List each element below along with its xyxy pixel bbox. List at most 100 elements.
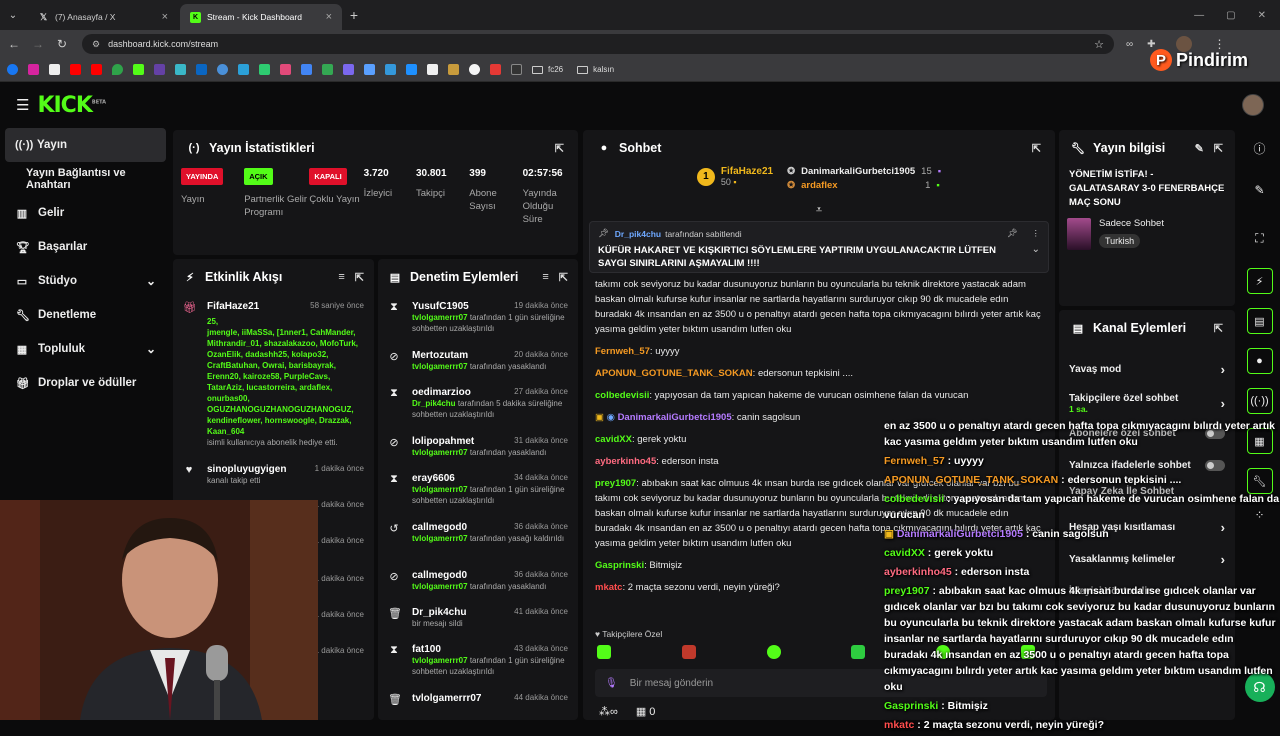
back-arrow-icon[interactable]: ← (2, 37, 26, 51)
app-bookmark-icon[interactable] (511, 64, 522, 75)
mod-target-user[interactable]: callmegod0 (412, 570, 467, 581)
new-tab-plus-icon[interactable]: + (342, 7, 366, 23)
message-user[interactable]: ayberkinho45 (595, 456, 656, 467)
popout-icon[interactable]: ⇱ (1214, 142, 1223, 155)
user-avatar[interactable] (1242, 94, 1264, 116)
url-field[interactable]: ⚙ dashboard.kick.com/stream ☆ (82, 34, 1114, 54)
twitch-bookmark-icon[interactable] (154, 64, 165, 75)
popout-icon[interactable]: ⇱ (1032, 142, 1041, 155)
message-user[interactable]: cavidXX (595, 434, 632, 445)
sidebar-item-droplar[interactable]: 🎁︎ Droplar ve ödüller (0, 366, 172, 400)
linkedin-bookmark-icon[interactable] (196, 64, 207, 75)
mod-by[interactable]: tvlolgamerrr07 (412, 534, 468, 543)
mod-by[interactable]: tvlolgamerrr07 (412, 362, 468, 371)
app-bookmark-icon[interactable] (469, 64, 480, 75)
mod-target-user[interactable]: oedimarzioo (412, 387, 471, 398)
gifter-3[interactable]: ✪ ardaflex 1 ▪ (787, 180, 941, 191)
more-options-icon[interactable]: ⋮ (1032, 228, 1041, 239)
kick-logo[interactable]: KICKBETA (37, 93, 106, 118)
info-icon[interactable]: ⓘ (1253, 140, 1265, 157)
app-bookmark-icon[interactable] (343, 64, 354, 75)
mod-target-user[interactable]: tvlolgamerrr07 (412, 693, 481, 704)
app-bookmark-icon[interactable] (364, 64, 375, 75)
drive-bookmark-icon[interactable] (322, 64, 333, 75)
mod-target-user[interactable]: lolipopahmet (412, 436, 474, 447)
mic-icon[interactable]: 🎙︎ (605, 678, 618, 689)
mod-by[interactable]: tvlolgamerrr07 (412, 582, 468, 591)
mod-target-user[interactable]: eray6606 (412, 473, 455, 484)
bookmark-star-icon[interactable]: ☆ (1094, 38, 1104, 51)
category-thumbnail[interactable] (1067, 218, 1091, 250)
activity-user[interactable]: sinopluyugyigen (207, 464, 286, 475)
chevron-down-icon[interactable]: ⌄ (1032, 244, 1040, 270)
sidebar-item-yayin[interactable]: ((·)) Yayın (5, 128, 166, 162)
mod-by[interactable]: tvlolgamerrr07 (412, 448, 468, 457)
drop-bookmark-icon[interactable] (112, 64, 123, 75)
gift-icon[interactable]: ▦ 0 (636, 705, 656, 718)
users-infinity-icon[interactable]: ⁂∞ (599, 705, 618, 718)
forward-arrow-icon[interactable]: → (26, 37, 50, 51)
tab-kick-dashboard[interactable]: K Stream - Kick Dashboard × (180, 4, 342, 30)
message-user[interactable]: prey1907 (595, 478, 636, 489)
sidebar-item-topluluk[interactable]: ▦ Topluluk ⌄ (0, 332, 172, 366)
action-followers-only[interactable]: Takipçilere özel sohbet 1 sa. › (1069, 386, 1225, 420)
tab-search-chevron-icon[interactable]: ⌄ (0, 10, 26, 21)
gifter-1[interactable]: 1 FifaHaze21 50 ▪ (696, 166, 773, 187)
unpin-icon[interactable]: 📌︎ (1007, 228, 1018, 239)
minimize-icon[interactable]: — (1194, 10, 1204, 21)
emote-icon[interactable] (851, 645, 866, 659)
close-tab-icon[interactable]: × (326, 11, 332, 23)
message-user[interactable]: colbedevisii (595, 390, 649, 401)
action-slow-mode[interactable]: Yavaş mod › (1069, 356, 1225, 382)
youtube-bookmark-icon[interactable] (91, 64, 102, 75)
docs-bookmark-icon[interactable] (301, 64, 312, 75)
quick-action-chat[interactable]: ● (1246, 348, 1273, 374)
globe-bookmark-icon[interactable] (217, 64, 228, 75)
message-user[interactable]: Fernweh_57 (595, 346, 650, 357)
mod-target-user[interactable]: callmegod0 (412, 522, 467, 533)
filter-icon[interactable]: ≡ (338, 271, 344, 284)
mod-by[interactable]: tvlolgamerrr07 (412, 313, 468, 322)
x-bookmark-icon[interactable] (49, 64, 60, 75)
activity-user[interactable]: FifaHaze21 (207, 301, 259, 312)
tab-x-home[interactable]: 𝕏 (7) Anasayfa / X × (28, 4, 178, 30)
app-bookmark-icon[interactable] (238, 64, 249, 75)
gifter-2[interactable]: ✪ DanimarkaliGurbetci1905 15 ▪ (787, 166, 941, 177)
facebook-bookmark-icon[interactable] (7, 64, 18, 75)
app-bookmark-icon[interactable] (427, 64, 438, 75)
app-bookmark-icon[interactable] (490, 64, 501, 75)
extension-icon[interactable]: ∞ (1126, 39, 1133, 50)
edit-pencil-icon[interactable]: ✎ (1254, 183, 1264, 197)
popout-icon[interactable]: ⇱ (1214, 322, 1223, 335)
instagram-bookmark-icon[interactable] (28, 64, 39, 75)
emote-icon[interactable] (597, 645, 611, 659)
youtube-bookmark-icon[interactable] (70, 64, 81, 75)
emote-icon[interactable] (681, 645, 696, 659)
message-user[interactable]: DanimarkaliGurbetci1905 (618, 412, 732, 423)
app-bookmark-icon[interactable] (175, 64, 186, 75)
kick-bookmark-icon[interactable] (133, 64, 144, 75)
close-tab-icon[interactable]: × (162, 11, 168, 23)
mod-target-user[interactable]: fat100 (412, 644, 441, 655)
sidebar-item-gelir[interactable]: ▥ Gelir (0, 196, 172, 230)
mod-target-user[interactable]: Dr_pik4chu (412, 607, 466, 618)
mod-target-user[interactable]: Mertozutam (412, 350, 468, 361)
bookmark-folder-fc26[interactable]: fc26 (532, 65, 563, 74)
popout-icon[interactable]: ⇱ (555, 142, 564, 155)
emote-icon[interactable] (766, 645, 781, 659)
quick-action-broadcast[interactable]: ((·)) (1246, 388, 1273, 414)
app-bookmark-icon[interactable] (406, 64, 417, 75)
sidebar-item-stream-key[interactable]: Yayın Bağlantısı ve Anahtarı (0, 162, 172, 196)
maximize-icon[interactable]: ▢ (1226, 10, 1235, 21)
filter-icon[interactable]: ≡ (542, 271, 548, 284)
sidebar-item-denetleme[interactable]: 🔧︎ Denetleme (0, 298, 172, 332)
app-bookmark-icon[interactable] (448, 64, 459, 75)
message-user[interactable]: Gasprinski (595, 560, 644, 571)
fullscreen-icon[interactable]: ⛶ (1255, 231, 1263, 246)
quick-action-lightning[interactable]: ⚡︎ (1246, 268, 1273, 294)
message-user[interactable]: APONUN_GOTUNE_TANK_SOKAN (595, 368, 753, 379)
site-settings-icon[interactable]: ⚙ (92, 39, 100, 50)
app-bookmark-icon[interactable] (385, 64, 396, 75)
pinned-by[interactable]: Dr_pik4chu (615, 229, 661, 239)
reload-icon[interactable]: ↻ (50, 37, 74, 51)
